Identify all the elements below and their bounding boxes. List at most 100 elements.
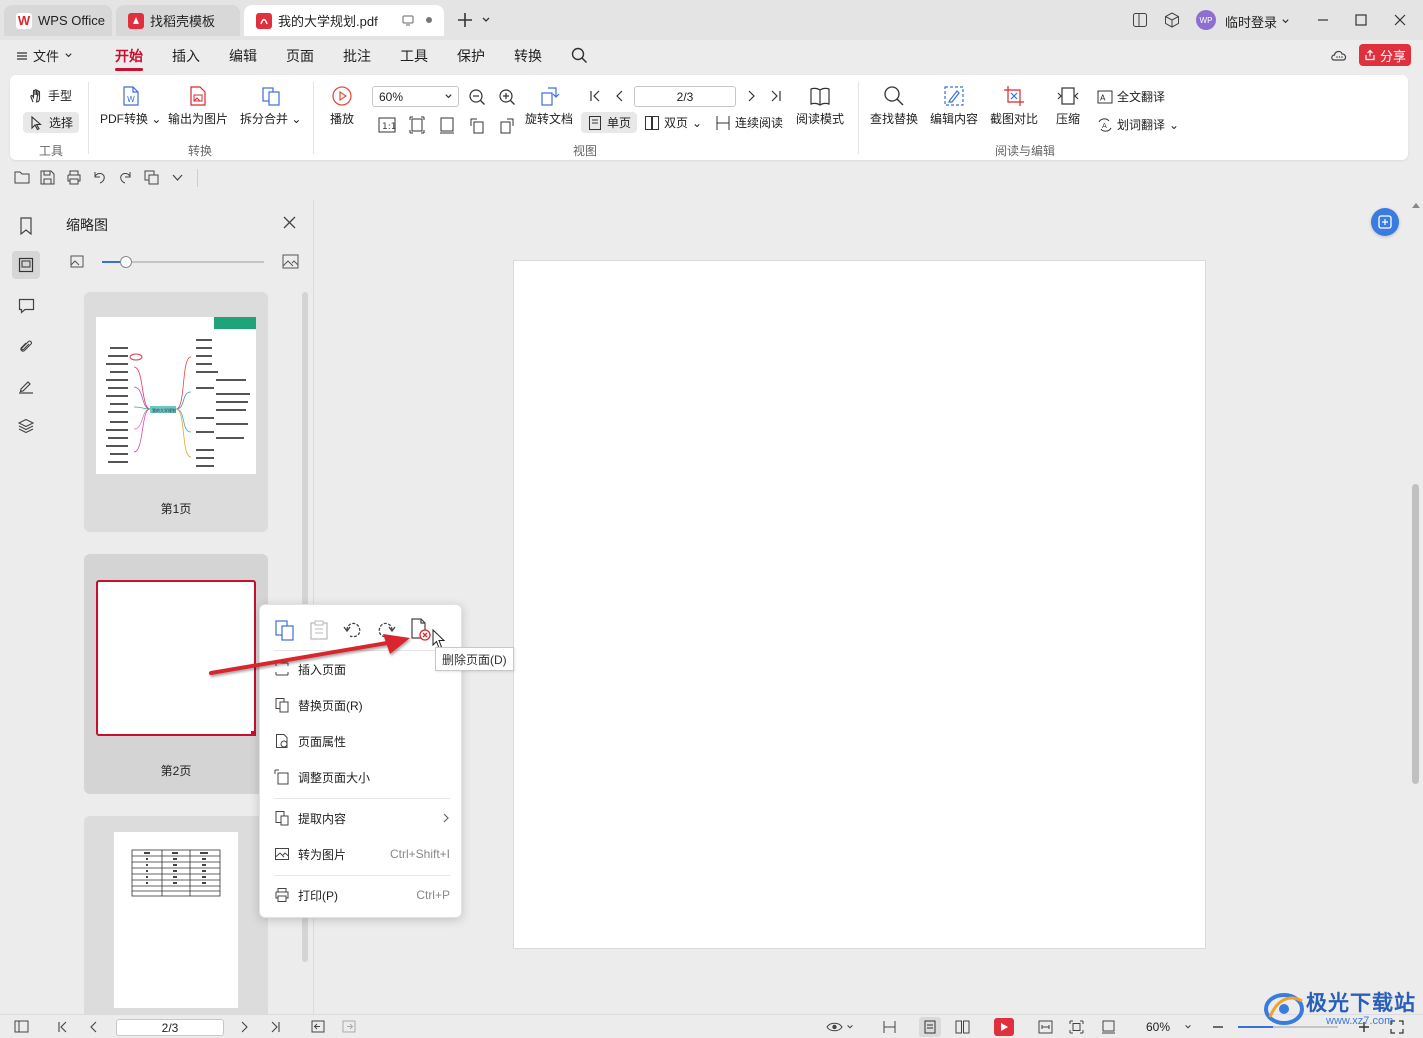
last-page-icon[interactable] [767,87,785,105]
export-image-button[interactable]: 输出为图片 [168,85,228,127]
close-window-icon[interactable] [1393,13,1407,27]
print-item[interactable]: 打印(P) Ctrl+P [274,883,450,907]
fit-width-status-icon[interactable] [1038,1020,1053,1034]
new-tab-icon[interactable] [456,11,474,29]
signature-icon[interactable] [12,372,40,400]
layout-icon[interactable] [1132,12,1148,28]
previous-page-icon[interactable] [88,1021,100,1033]
cube-icon[interactable] [1164,12,1180,28]
replace-page-item[interactable]: 替换页面(R) [274,693,450,717]
actual-size-status-icon[interactable] [1101,1020,1116,1034]
next-page-icon[interactable] [238,1021,250,1033]
find-replace-button[interactable]: 查找替换 [870,85,918,127]
status-page-input[interactable]: 2/3 [116,1019,224,1036]
menu-home[interactable]: 开始 [115,46,143,66]
page-properties-item[interactable]: 页面属性 [274,729,450,753]
tab-wps-office[interactable]: W WPS Office [4,5,112,36]
last-page-icon[interactable] [270,1021,282,1033]
compress-button[interactable]: 压缩 [1056,85,1080,127]
rotate-right-icon[interactable] [499,116,515,134]
avatar[interactable]: WP [1196,10,1216,30]
first-page-icon[interactable] [56,1021,68,1033]
pdf-page-2[interactable] [513,260,1206,949]
cloud-icon[interactable] [1330,47,1348,63]
resize-page-item[interactable]: 调整页面大小 [274,765,450,789]
continuous-reading-button[interactable]: 连续阅读 [715,114,783,131]
slider-handle[interactable] [120,256,132,268]
full-translate-button[interactable]: A 全文翻译 [1097,88,1165,105]
zoom-out-icon[interactable] [468,88,486,106]
continuous-view-icon[interactable] [882,1020,897,1034]
save-icon[interactable] [40,170,55,185]
minimize-icon[interactable] [1316,13,1330,27]
tab-template[interactable]: 找稻壳模板 [116,5,240,36]
menu-page[interactable]: 页面 [286,46,314,66]
menu-insert[interactable]: 插入 [172,46,200,66]
eye-protect-button[interactable] [826,1021,854,1033]
status-zoom-select[interactable]: 60% [1146,1020,1192,1034]
zoom-out-status-icon[interactable] [1212,1021,1224,1033]
unsaved-dot-icon[interactable] [426,17,432,23]
small-thumbnail-icon[interactable] [70,255,84,268]
large-thumbnail-icon[interactable] [282,254,299,269]
next-page-icon[interactable] [742,87,760,105]
scroll-thumb[interactable] [1412,484,1419,784]
double-page-button[interactable]: 双页 ⌄ [644,114,702,131]
previous-page-icon[interactable] [611,87,629,105]
edit-content-button[interactable]: 编辑内容 [930,85,978,127]
zoom-in-icon[interactable] [498,88,516,106]
tab-pdf-document[interactable]: 我的大学规划.pdf [244,5,444,36]
fit-page-icon[interactable] [409,116,425,134]
double-page-view-icon[interactable] [955,1020,970,1034]
menu-protect[interactable]: 保护 [457,46,485,66]
hand-tool-button[interactable]: 手型 [28,87,72,104]
rotate-left-icon[interactable] [469,116,485,134]
layers-icon[interactable] [12,412,40,440]
menu-convert[interactable]: 转换 [514,46,542,66]
single-page-button[interactable]: 单页 [581,112,638,133]
open-folder-icon[interactable] [14,170,30,185]
forward-view-icon[interactable] [342,1020,356,1033]
comment-icon[interactable] [12,292,40,320]
file-menu[interactable]: 文件 [16,46,73,65]
pdf-convert-button[interactable]: W PDF转换 ⌄ [100,85,161,127]
sidebar-toggle-icon[interactable] [14,1020,29,1033]
login-button[interactable]: 临时登录 [1225,12,1290,31]
tab-list-chevron-icon[interactable] [481,15,491,25]
select-tool-button[interactable]: 选择 [23,112,80,133]
play-slideshow-icon[interactable] [994,1018,1014,1036]
menu-tools[interactable]: 工具 [400,46,428,66]
zoom-select[interactable]: 60% [372,86,459,107]
page-number-input[interactable]: 2/3 [634,86,736,107]
back-view-icon[interactable] [311,1020,325,1033]
attachment-icon[interactable] [12,332,40,360]
search-icon[interactable] [571,47,588,64]
menu-annotate[interactable]: 批注 [343,46,371,66]
read-mode-button[interactable]: 阅读模式 [796,85,844,127]
thumbnail-page-1[interactable]: 我的大学规划 第1页 [84,292,268,532]
fit-page-status-icon[interactable] [1069,1020,1084,1034]
first-page-icon[interactable] [586,87,604,105]
convert-to-image-item[interactable]: 转为图片 Ctrl+Shift+I [274,842,450,866]
extract-content-item[interactable]: 提取内容 [274,806,450,830]
screenshot-compare-button[interactable]: 截图对比 [990,85,1038,127]
share-button[interactable]: 分享 [1359,44,1411,66]
fit-width-icon[interactable] [439,116,455,134]
scroll-up-icon[interactable] [1412,202,1420,208]
customize-chevron-icon[interactable] [172,173,183,182]
split-merge-button[interactable]: 拆分合并 ⌄ [240,85,301,127]
close-panel-icon[interactable] [283,216,296,229]
bookmark-icon[interactable] [12,212,40,240]
maximize-icon[interactable] [1354,13,1368,27]
print-icon[interactable] [66,170,82,185]
menu-edit[interactable]: 编辑 [229,46,257,66]
copy-format-icon[interactable] [144,170,159,185]
window-mode-icon[interactable] [402,14,414,26]
word-translate-button[interactable]: A 划词翻译 ⌄ [1097,116,1179,133]
single-page-view-icon[interactable] [919,1017,941,1037]
redo-icon[interactable] [118,170,133,185]
actual-size-icon[interactable]: 1:1 [378,117,396,133]
rotate-document-button[interactable]: 旋转文档 [525,85,573,127]
undo-icon[interactable] [92,170,107,185]
vertical-scrollbar[interactable] [1408,200,1423,1014]
